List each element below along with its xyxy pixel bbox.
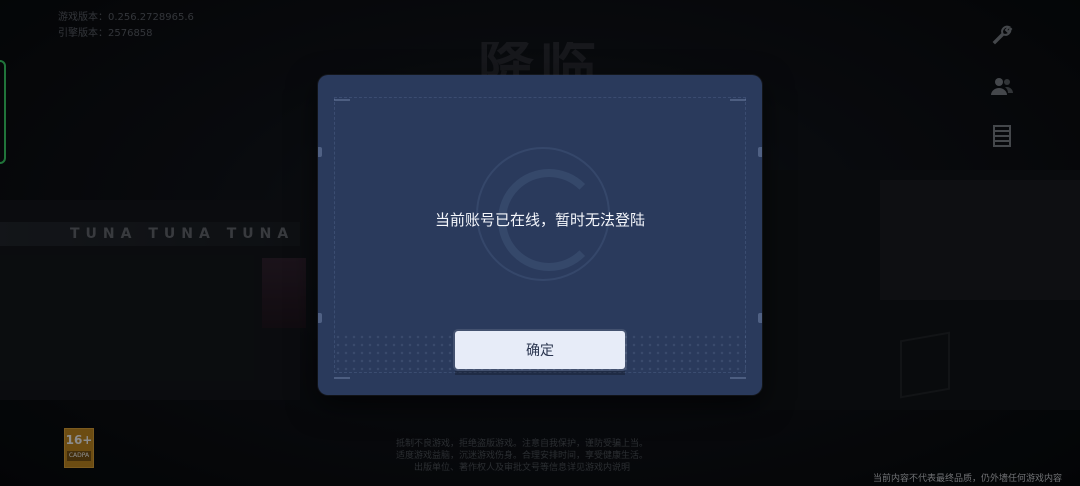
dialog-side-notch [318,147,322,157]
confirm-button-shadow [455,371,625,375]
dialog-side-notch [758,147,762,157]
login-error-dialog: 当前账号已在线，暂时无法登陆 确定 [318,75,762,395]
dialog-side-notch [758,313,762,323]
dialog-corner-decoration [730,99,746,101]
dialog-corner-decoration [730,377,746,379]
dialog-corner-decoration [334,377,350,379]
dialog-corner-decoration [334,99,350,101]
dialog-side-notch [318,313,322,323]
dialog-message: 当前账号已在线，暂时无法登陆 [434,211,645,229]
confirm-button[interactable]: 确定 [455,331,625,369]
